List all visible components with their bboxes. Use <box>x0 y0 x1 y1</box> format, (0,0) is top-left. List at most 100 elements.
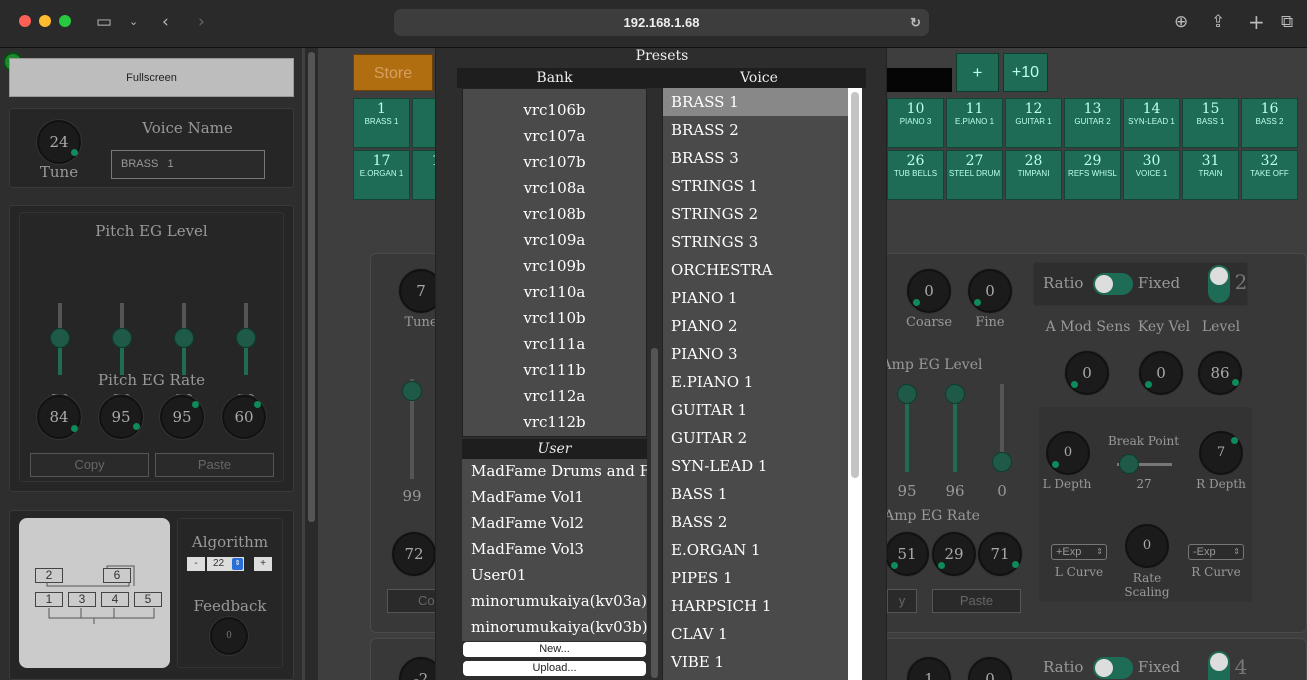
voice-item[interactable]: E.ORGAN 1 <box>663 536 848 564</box>
increment-button[interactable]: + <box>956 53 999 92</box>
voice-item[interactable]: PIANO 3 <box>663 340 848 368</box>
feedback-knob[interactable]: 0 <box>210 617 248 655</box>
user-bank-item[interactable]: MadFame Vol3 <box>462 537 647 563</box>
increment-10-button[interactable]: +10 <box>1003 53 1048 92</box>
voice-item[interactable]: GUITAR 1 <box>663 396 848 424</box>
bank-item[interactable]: vrc106b <box>463 97 646 123</box>
reload-icon[interactable]: ↻ <box>910 9 921 36</box>
user-bank-item[interactable]: MadFame Vol1 <box>462 485 647 511</box>
op4-enable-toggle[interactable] <box>1208 651 1230 680</box>
break-point-thumb[interactable] <box>1119 454 1139 474</box>
key-vel-knob[interactable]: 0 <box>1139 351 1183 395</box>
voice-item[interactable]: BRASS 1 <box>663 88 848 116</box>
op-left-rate-knob[interactable]: 72 <box>392 532 436 576</box>
rate-scaling-knob[interactable]: 0 <box>1125 524 1169 568</box>
pitch-eg-level-thumb[interactable] <box>50 328 70 348</box>
maximize-window-button[interactable] <box>59 15 71 27</box>
store-button[interactable]: Store <box>353 54 433 91</box>
back-icon[interactable]: ‹ <box>162 12 169 32</box>
voice-item[interactable]: BASS 1 <box>663 480 848 508</box>
voice-item[interactable]: PIANO 2 <box>663 312 848 340</box>
l-depth-knob[interactable]: 0 <box>1046 431 1090 475</box>
bank-item[interactable]: vrc110b <box>463 305 646 331</box>
voice-item[interactable]: STRINGS 1 <box>663 172 848 200</box>
user-bank-item[interactable]: MadFame Vol2 <box>462 511 647 537</box>
preset-slot[interactable]: 16 BASS 2 <box>1241 98 1298 148</box>
coarse-knob[interactable]: 0 <box>907 269 951 313</box>
bank-item[interactable]: vrc107a <box>463 123 646 149</box>
preset-slot[interactable]: 30 VOICE 1 <box>1123 150 1180 200</box>
preset-slot[interactable]: 14 SYN-LEAD 1 <box>1123 98 1180 148</box>
op-paste-button[interactable]: Paste <box>932 589 1021 613</box>
fine-knob[interactable]: 0 <box>968 269 1012 313</box>
preset-slot[interactable]: 32 TAKE OFF <box>1241 150 1298 200</box>
bank-item[interactable]: vrc111b <box>463 357 646 383</box>
download-icon[interactable]: ⊕ <box>1174 12 1188 32</box>
voice-item[interactable]: HARPSICH 1 <box>663 592 848 620</box>
preset-slot[interactable]: 11 E.PIANO 1 <box>946 98 1003 148</box>
preset-slot[interactable]: 17 E.ORGAN 1 <box>353 150 410 200</box>
op-copy-button[interactable]: Co <box>387 589 437 613</box>
r-depth-knob[interactable]: 7 <box>1199 431 1243 475</box>
amp-eg-level-thumb[interactable] <box>992 452 1012 472</box>
left-scroll-thumb[interactable] <box>308 52 315 522</box>
chevron-down-icon[interactable]: ⌄ <box>129 12 138 32</box>
op4-ratio-fixed-toggle[interactable] <box>1093 657 1133 679</box>
voice-item[interactable]: STRINGS 2 <box>663 200 848 228</box>
pitch-eg-level-thumb[interactable] <box>236 328 256 348</box>
ratio-fixed-toggle[interactable] <box>1093 273 1133 295</box>
amp-eg-rate-knob[interactable]: 71 <box>978 532 1022 576</box>
voice-item[interactable]: ORCHESTRA <box>663 256 848 284</box>
voice-item[interactable]: BASS 2 <box>663 508 848 536</box>
voice-item[interactable]: STRINGS 3 <box>663 228 848 256</box>
preset-slot[interactable]: 28 TIMPANI <box>1005 150 1062 200</box>
algorithm-increment-button[interactable]: + <box>254 557 272 571</box>
preset-slot[interactable]: 1 BRASS 1 <box>353 98 410 148</box>
op4-coarse-knob[interactable]: 1 <box>907 657 951 680</box>
close-window-button[interactable] <box>19 15 31 27</box>
pitch-eg-level-thumb[interactable] <box>112 328 132 348</box>
bank-item[interactable]: vrc108a <box>463 175 646 201</box>
amp-eg-level-thumb[interactable] <box>897 384 917 404</box>
amp-eg-level-thumb[interactable] <box>945 384 965 404</box>
bank-item[interactable]: vrc112b <box>463 409 646 435</box>
bank-item[interactable]: vrc110a <box>463 279 646 305</box>
bank-scroll-thumb[interactable] <box>651 348 658 678</box>
paste-button[interactable]: Paste <box>155 453 274 477</box>
level-knob[interactable]: 86 <box>1198 351 1242 395</box>
voice-item[interactable]: BRASS 3 <box>663 144 848 172</box>
user-bank-item[interactable]: MadFame Drums and FX <box>462 459 647 485</box>
voice-name-input[interactable]: BRASS 1 <box>111 150 265 179</box>
pitch-eg-level-thumb[interactable] <box>174 328 194 348</box>
algorithm-select[interactable]: 22 ⇕ <box>207 557 244 571</box>
operator-enable-toggle[interactable] <box>1208 265 1230 303</box>
copy-button[interactable]: Copy <box>30 453 149 477</box>
preset-slot[interactable]: 31 TRAIN <box>1182 150 1239 200</box>
a-mod-sens-knob[interactable]: 0 <box>1065 351 1109 395</box>
user-bank-item[interactable]: minorumukaiya(kv03b) <box>462 615 647 641</box>
sidebar-icon[interactable]: ▭ <box>96 12 112 32</box>
preset-slot[interactable]: 27 STEEL DRUM <box>946 150 1003 200</box>
voice-item[interactable]: E.PIANO 1 <box>663 368 848 396</box>
bank-item[interactable]: vrc108b <box>463 201 646 227</box>
l-curve-select[interactable]: +Exp ⇕ <box>1051 544 1107 560</box>
op-left-slider-thumb[interactable] <box>402 381 422 401</box>
op4-fine-knob[interactable]: 0 <box>968 657 1012 680</box>
upload-bank-button[interactable]: Upload... <box>463 661 646 676</box>
voice-item[interactable]: GUITAR 2 <box>663 424 848 452</box>
fullscreen-button[interactable]: Fullscreen <box>9 58 294 97</box>
pitch-eg-rate-knob[interactable]: 95 <box>99 395 143 439</box>
minimize-window-button[interactable] <box>39 15 51 27</box>
share-icon[interactable]: ⇪ <box>1211 12 1225 32</box>
voice-item[interactable]: VIBE 1 <box>663 648 848 676</box>
voice-item[interactable]: CLAV 1 <box>663 620 848 648</box>
voice-item[interactable]: PIANO 1 <box>663 284 848 312</box>
new-bank-button[interactable]: New... <box>463 642 646 657</box>
address-bar[interactable]: 192.168.1.68 ↻ <box>394 9 929 36</box>
op-copy-button-right[interactable]: y <box>887 589 917 613</box>
tabs-overview-icon[interactable]: ⧉ <box>1281 12 1293 32</box>
amp-eg-rate-knob[interactable]: 51 <box>885 532 929 576</box>
algorithm-decrement-button[interactable]: - <box>187 557 205 571</box>
voice-item[interactable]: SYN-LEAD 1 <box>663 452 848 480</box>
bank-item[interactable]: vrc109b <box>463 253 646 279</box>
